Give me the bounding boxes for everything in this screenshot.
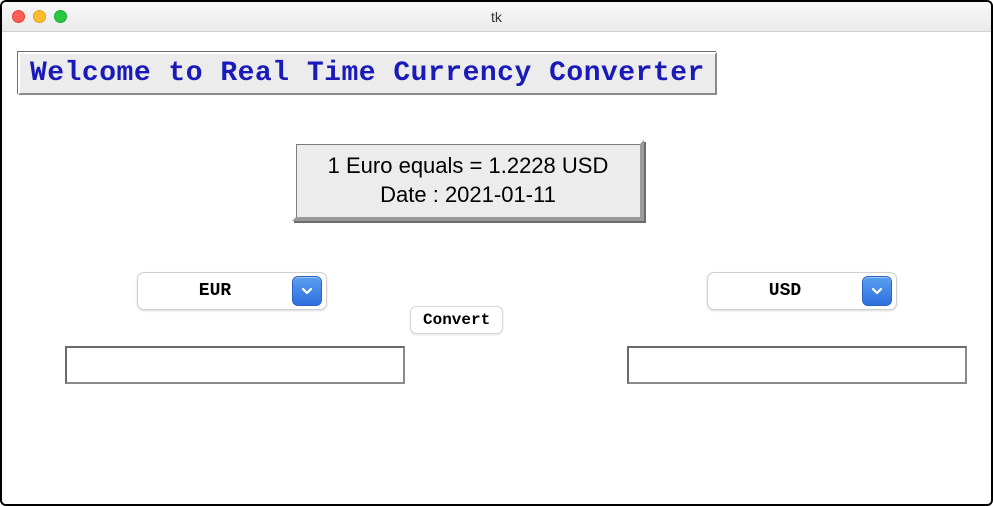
from-currency-label: EUR	[138, 281, 292, 301]
titlebar: tk	[2, 2, 991, 32]
to-currency-label: USD	[708, 281, 862, 301]
window-title: tk	[2, 9, 991, 25]
rate-date: Date : 2021-01-11	[310, 181, 626, 210]
chevron-down-icon[interactable]	[292, 276, 322, 306]
to-currency-dropdown[interactable]: USD	[707, 272, 897, 310]
from-currency-dropdown[interactable]: EUR	[137, 272, 327, 310]
convert-button[interactable]: Convert	[410, 306, 503, 334]
from-amount-input[interactable]	[65, 346, 405, 384]
app-window: tk Welcome to Real Time Currency Convert…	[0, 0, 993, 506]
maximize-icon[interactable]	[54, 10, 67, 23]
content-area: Welcome to Real Time Currency Converter …	[2, 32, 991, 504]
window-controls	[2, 10, 67, 23]
welcome-banner: Welcome to Real Time Currency Converter	[18, 52, 717, 95]
close-icon[interactable]	[12, 10, 25, 23]
to-column: USD	[627, 272, 977, 384]
to-amount-input[interactable]	[627, 346, 967, 384]
converter-row: EUR USD	[2, 272, 991, 432]
from-column: EUR	[57, 272, 407, 384]
rate-info-box: 1 Euro equals = 1.2228 USD Date : 2021-0…	[292, 140, 644, 221]
rate-line: 1 Euro equals = 1.2228 USD	[310, 152, 626, 181]
minimize-icon[interactable]	[33, 10, 46, 23]
chevron-down-icon[interactable]	[862, 276, 892, 306]
